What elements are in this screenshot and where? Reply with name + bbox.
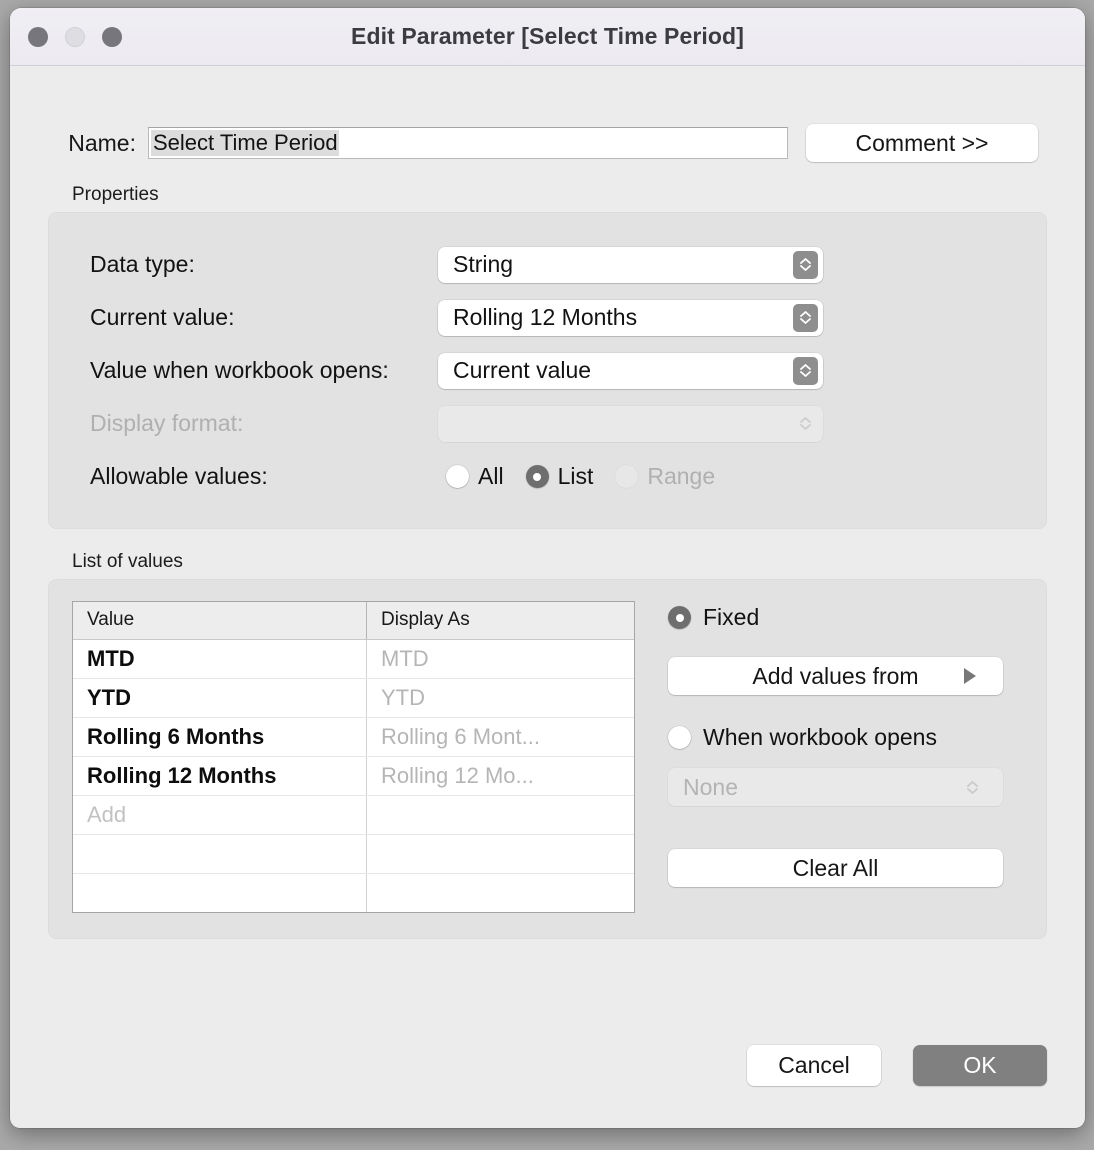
table-row[interactable]: MTD MTD bbox=[73, 639, 634, 679]
radio-label-when-workbook-opens: When workbook opens bbox=[703, 724, 937, 750]
properties-group-label: Properties bbox=[72, 184, 159, 205]
radio-label-fixed: Fixed bbox=[703, 604, 760, 630]
radio-icon bbox=[615, 465, 639, 488]
display-format-label: Display format: bbox=[90, 410, 244, 436]
add-values-from-button[interactable]: Add values from bbox=[668, 657, 1003, 695]
ok-button[interactable]: OK bbox=[913, 1045, 1047, 1086]
cell-value[interactable]: Rolling 6 Months bbox=[73, 717, 367, 757]
radio-label-list: List bbox=[557, 463, 594, 489]
when-workbook-opens-value: None bbox=[683, 773, 738, 800]
cell-display-as[interactable] bbox=[366, 834, 634, 874]
radio-icon[interactable] bbox=[668, 726, 691, 749]
maximize-button[interactable] bbox=[102, 26, 122, 47]
cancel-button[interactable]: Cancel bbox=[747, 1045, 881, 1086]
radio-option-fixed[interactable]: Fixed bbox=[668, 601, 1023, 634]
parameter-name-value: Select Time Period bbox=[151, 129, 339, 157]
window-title: Edit Parameter [Select Time Period] bbox=[351, 23, 744, 49]
cell-value[interactable]: MTD bbox=[73, 639, 367, 679]
radio-option-when-workbook-opens[interactable]: When workbook opens bbox=[668, 721, 1023, 754]
cell-value[interactable]: YTD bbox=[73, 678, 367, 718]
radio-label-range: Range bbox=[647, 463, 716, 489]
name-row: Name: Select Time Period Comment >> bbox=[48, 124, 1047, 162]
parameter-name-input[interactable]: Select Time Period bbox=[148, 127, 788, 159]
current-value-row: Current value: Rolling 12 Months bbox=[48, 291, 1047, 344]
list-of-values-group: Value Display As MTD MTD YTD YTD Rolling… bbox=[48, 579, 1047, 939]
close-button[interactable] bbox=[28, 26, 48, 47]
allowable-values-row: Allowable values: All List Range bbox=[48, 450, 1047, 503]
title-bar: Edit Parameter [Select Time Period] bbox=[10, 8, 1085, 66]
current-value-value: Rolling 12 Months bbox=[453, 304, 638, 330]
data-type-row: Data type: String bbox=[48, 238, 1047, 291]
list-of-values-table[interactable]: Value Display As MTD MTD YTD YTD Rolling… bbox=[72, 601, 635, 913]
radio-option-list[interactable]: List bbox=[525, 463, 602, 490]
cell-display-as[interactable] bbox=[367, 874, 635, 913]
table-row[interactable]: Rolling 12 Months Rolling 12 Mo... bbox=[73, 756, 634, 796]
cell-value[interactable] bbox=[73, 834, 367, 874]
list-side-panel: Fixed Add values from When workbook open… bbox=[635, 601, 1023, 913]
radio-label-all: All bbox=[478, 463, 504, 489]
dialog-body: Name: Select Time Period Comment >> Prop… bbox=[10, 66, 1085, 1128]
radio-icon[interactable] bbox=[446, 465, 469, 488]
table-row[interactable] bbox=[73, 873, 635, 913]
dialog-footer: Cancel OK bbox=[747, 1045, 1047, 1086]
chevron-updown-icon[interactable] bbox=[793, 250, 818, 279]
table-row[interactable]: YTD YTD bbox=[73, 678, 634, 718]
when-workbook-opens-dropdown: None bbox=[668, 768, 1003, 806]
data-type-dropdown[interactable]: String bbox=[438, 246, 823, 283]
table-row[interactable]: Rolling 6 Months Rolling 6 Mont... bbox=[73, 717, 634, 757]
cell-display-as[interactable]: Rolling 12 Mo... bbox=[366, 756, 634, 796]
value-on-open-label: Value when workbook opens: bbox=[90, 357, 389, 383]
cell-add-placeholder[interactable]: Add bbox=[73, 795, 367, 835]
radio-icon[interactable] bbox=[668, 606, 691, 629]
list-of-values-group-label: List of values bbox=[72, 551, 183, 572]
chevron-updown-icon bbox=[960, 773, 985, 801]
cell-display-as[interactable]: MTD bbox=[366, 639, 634, 679]
value-on-open-value: Current value bbox=[453, 357, 592, 383]
radio-icon[interactable] bbox=[525, 465, 549, 488]
cell-value[interactable]: Rolling 12 Months bbox=[73, 756, 367, 796]
name-label: Name: bbox=[68, 129, 136, 156]
display-format-row: Display format: bbox=[48, 397, 1047, 450]
add-values-from-label: Add values from bbox=[752, 662, 919, 689]
value-on-open-row: Value when workbook opens: Current value bbox=[48, 344, 1047, 397]
chevron-updown-icon[interactable] bbox=[793, 356, 818, 385]
edit-parameter-dialog: Edit Parameter [Select Time Period] Name… bbox=[10, 8, 1085, 1128]
chevron-updown-icon[interactable] bbox=[793, 303, 818, 332]
cell-value[interactable] bbox=[73, 873, 367, 912]
minimize-button[interactable] bbox=[65, 26, 85, 47]
current-value-label: Current value: bbox=[90, 304, 235, 330]
allowable-values-label: Allowable values: bbox=[90, 463, 268, 489]
current-value-dropdown[interactable]: Rolling 12 Months bbox=[438, 299, 823, 336]
radio-option-range: Range bbox=[615, 463, 723, 490]
table-row[interactable] bbox=[73, 834, 634, 874]
allowable-values-radio-group: All List Range bbox=[438, 463, 723, 490]
table-row-add[interactable]: Add bbox=[73, 795, 634, 835]
table-header-row: Value Display As bbox=[73, 602, 634, 640]
clear-all-button[interactable]: Clear All bbox=[668, 849, 1003, 887]
chevron-updown-icon bbox=[793, 410, 818, 438]
data-type-value: String bbox=[453, 251, 514, 277]
column-header-display-as: Display As bbox=[366, 602, 634, 640]
comment-button[interactable]: Comment >> bbox=[806, 124, 1038, 162]
cell-display-as[interactable] bbox=[366, 795, 634, 835]
cell-display-as[interactable]: YTD bbox=[366, 678, 634, 718]
clear-all-label: Clear All bbox=[792, 854, 879, 881]
triangle-right-icon bbox=[964, 668, 976, 684]
window-controls bbox=[28, 26, 122, 47]
cell-display-as[interactable]: Rolling 6 Mont... bbox=[366, 717, 634, 757]
properties-group: Data type: String Current value: Rolling… bbox=[48, 212, 1047, 529]
column-header-value: Value bbox=[73, 602, 367, 640]
display-format-dropdown bbox=[438, 405, 823, 442]
value-on-open-dropdown[interactable]: Current value bbox=[438, 352, 823, 389]
radio-option-all[interactable]: All bbox=[446, 463, 512, 490]
data-type-label: Data type: bbox=[90, 251, 195, 277]
